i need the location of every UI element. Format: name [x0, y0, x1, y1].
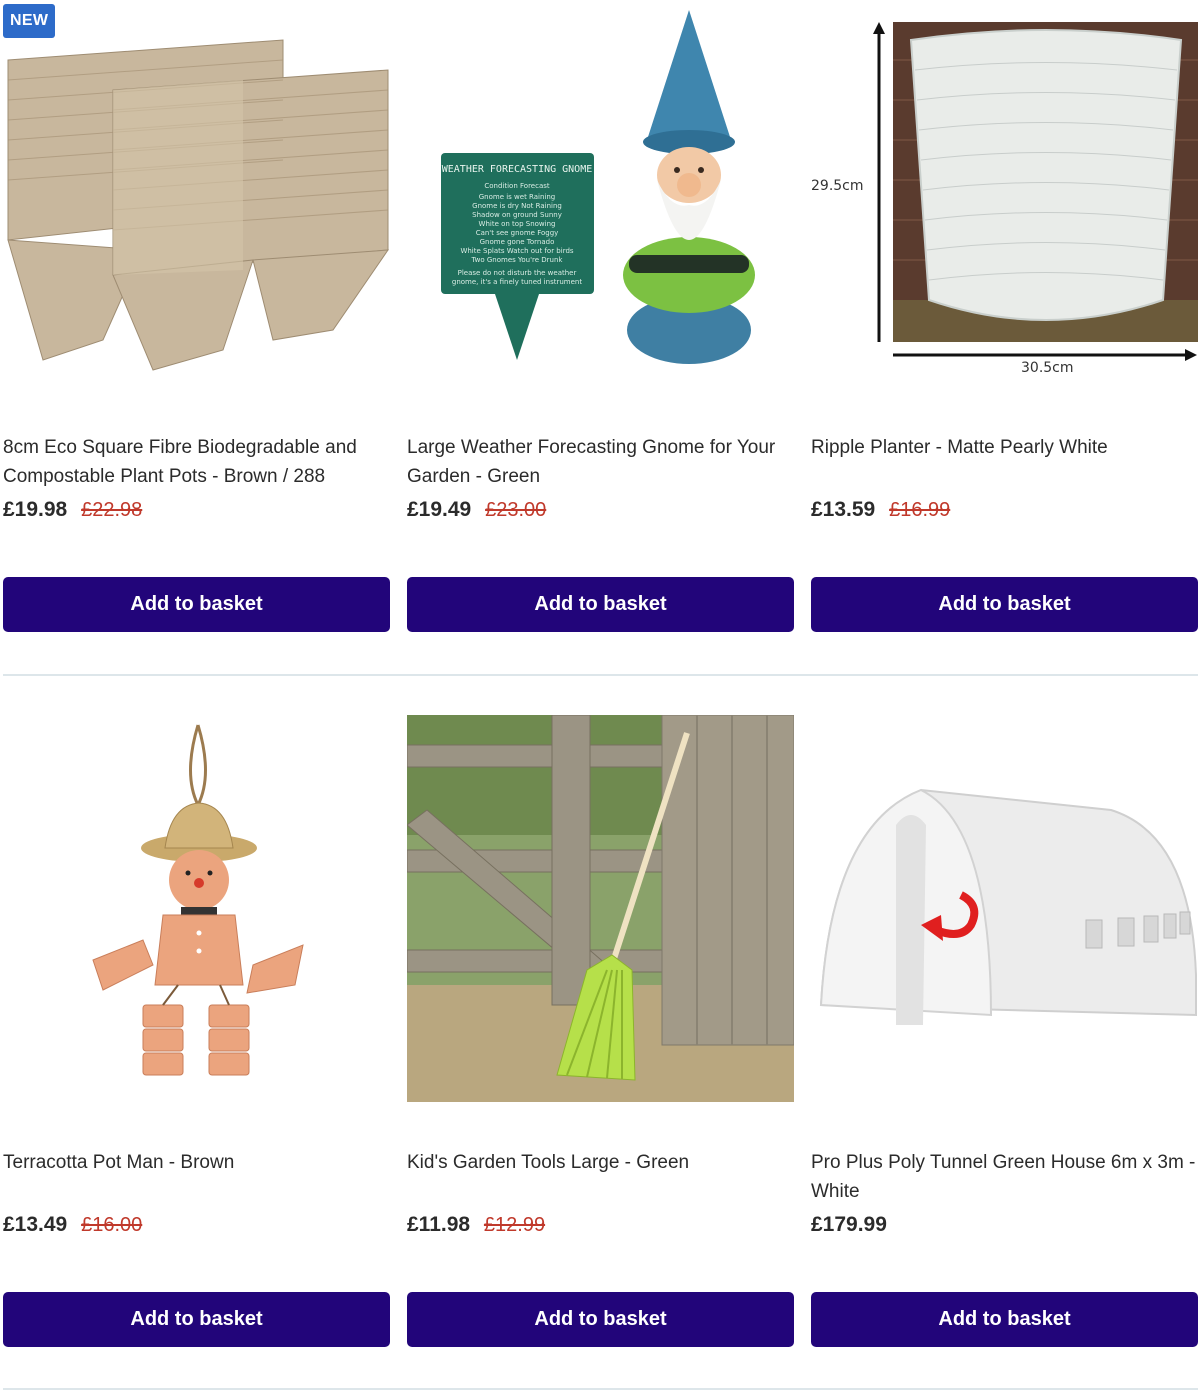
add-to-basket-button[interactable]: Add to basket — [407, 1292, 794, 1347]
was-price: £22.98 — [81, 499, 143, 521]
svg-text:Gnome is wet Raining: Gnome is wet Raining — [479, 193, 556, 201]
product-image-planter[interactable]: 29.5cm 30.5cm — [811, 0, 1198, 387]
svg-text:Two Gnomes You're Drunk: Two Gnomes You're Drunk — [471, 256, 564, 264]
current-price: £179.99 — [811, 1213, 887, 1236]
price-block: £13.59 £16.99 — [811, 498, 950, 522]
add-to-basket-button[interactable]: Add to basket — [407, 577, 794, 632]
current-price: £11.98 — [407, 1213, 471, 1236]
product-title[interactable]: Pro Plus Poly Tunnel Green House 6m x 3m… — [811, 1148, 1198, 1206]
product-image-pot-man[interactable] — [3, 715, 390, 1102]
price-block: £11.98 £12.99 — [407, 1213, 545, 1237]
current-price: £13.59 — [811, 498, 876, 521]
product-row-1: NEW 8cm Eco Square Fibre Biodegradable a… — [3, 0, 1198, 672]
svg-text:White Splats Watch out for b: White Splats Watch out for birds — [460, 247, 573, 255]
add-to-basket-button[interactable]: Add to basket — [811, 1292, 1198, 1347]
width-label: 30.5cm — [1021, 360, 1074, 376]
was-price: £12.99 — [483, 1214, 546, 1236]
svg-text:Shadow on ground Sunny: Shadow on ground Sunny — [472, 211, 562, 219]
product-card: Kid's Garden Tools Large - Green £11.98 … — [407, 715, 794, 1387]
product-image-garden-tools[interactable] — [407, 715, 794, 1102]
add-to-basket-button[interactable]: Add to basket — [811, 577, 1198, 632]
product-title[interactable]: Large Weather Forecasting Gnome for Your… — [407, 433, 794, 491]
product-card: 29.5cm 30.5cm Ripple Planter - Matte Pea… — [811, 0, 1198, 672]
row-divider — [3, 1388, 1198, 1390]
current-price: £19.49 — [407, 498, 472, 521]
svg-text:Condition Forecast: Condition Forecast — [484, 182, 550, 190]
sign-heading: WEATHER FORECASTING GNOME — [442, 164, 593, 175]
product-card: WEATHER FORECASTING GNOME Condition Fore… — [407, 0, 794, 672]
add-to-basket-button[interactable]: Add to basket — [3, 577, 390, 632]
price-block: £19.49 £23.00 — [407, 498, 546, 522]
price-block: £179.99 — [811, 1213, 887, 1237]
product-card: Pro Plus Poly Tunnel Green House 6m x 3m… — [811, 715, 1198, 1387]
svg-text:gnome, it's a finely tuned ins: gnome, it's a finely tuned instrument — [452, 278, 582, 286]
product-card: Terracotta Pot Man - Brown £13.49 £16.00… — [3, 715, 390, 1387]
product-row-2: Terracotta Pot Man - Brown £13.49 £16.00… — [3, 715, 1198, 1387]
product-card: NEW 8cm Eco Square Fibre Biodegradable a… — [3, 0, 390, 672]
product-title[interactable]: 8cm Eco Square Fibre Biodegradable and C… — [3, 433, 390, 491]
product-image-gnome[interactable]: WEATHER FORECASTING GNOME Condition Fore… — [407, 0, 794, 387]
row-divider — [3, 674, 1198, 676]
svg-text:Gnome gone Tornado: Gnome gone Tornado — [480, 238, 555, 246]
current-price: £13.49 — [3, 1213, 68, 1236]
add-to-basket-button[interactable]: Add to basket — [3, 1292, 390, 1347]
price-block: £13.49 £16.00 — [3, 1213, 142, 1237]
price-block: £19.98 £22.98 — [3, 498, 142, 522]
product-image-fibre-pots[interactable] — [3, 0, 390, 387]
svg-text:Please do not disturb the weat: Please do not disturb the weather — [458, 269, 577, 277]
current-price: £19.98 — [3, 498, 68, 521]
svg-text:Gnome is dry Not Raining: Gnome is dry Not Raining — [472, 202, 562, 210]
was-price: £16.99 — [889, 499, 951, 521]
was-price: £16.00 — [81, 1214, 143, 1236]
height-label: 29.5cm — [811, 178, 864, 194]
svg-text:White on top Snowing: White on top Snowing — [479, 220, 556, 228]
product-title[interactable]: Kid's Garden Tools Large - Green — [407, 1148, 794, 1177]
svg-text:Can't see gnome Foggy: Can't see gnome Foggy — [476, 229, 559, 237]
was-price: £23.00 — [485, 499, 547, 521]
product-title[interactable]: Ripple Planter - Matte Pearly White — [811, 433, 1198, 462]
product-image-poly-tunnel[interactable] — [811, 715, 1198, 1102]
new-badge: NEW — [3, 4, 56, 38]
product-title[interactable]: Terracotta Pot Man - Brown — [3, 1148, 390, 1177]
